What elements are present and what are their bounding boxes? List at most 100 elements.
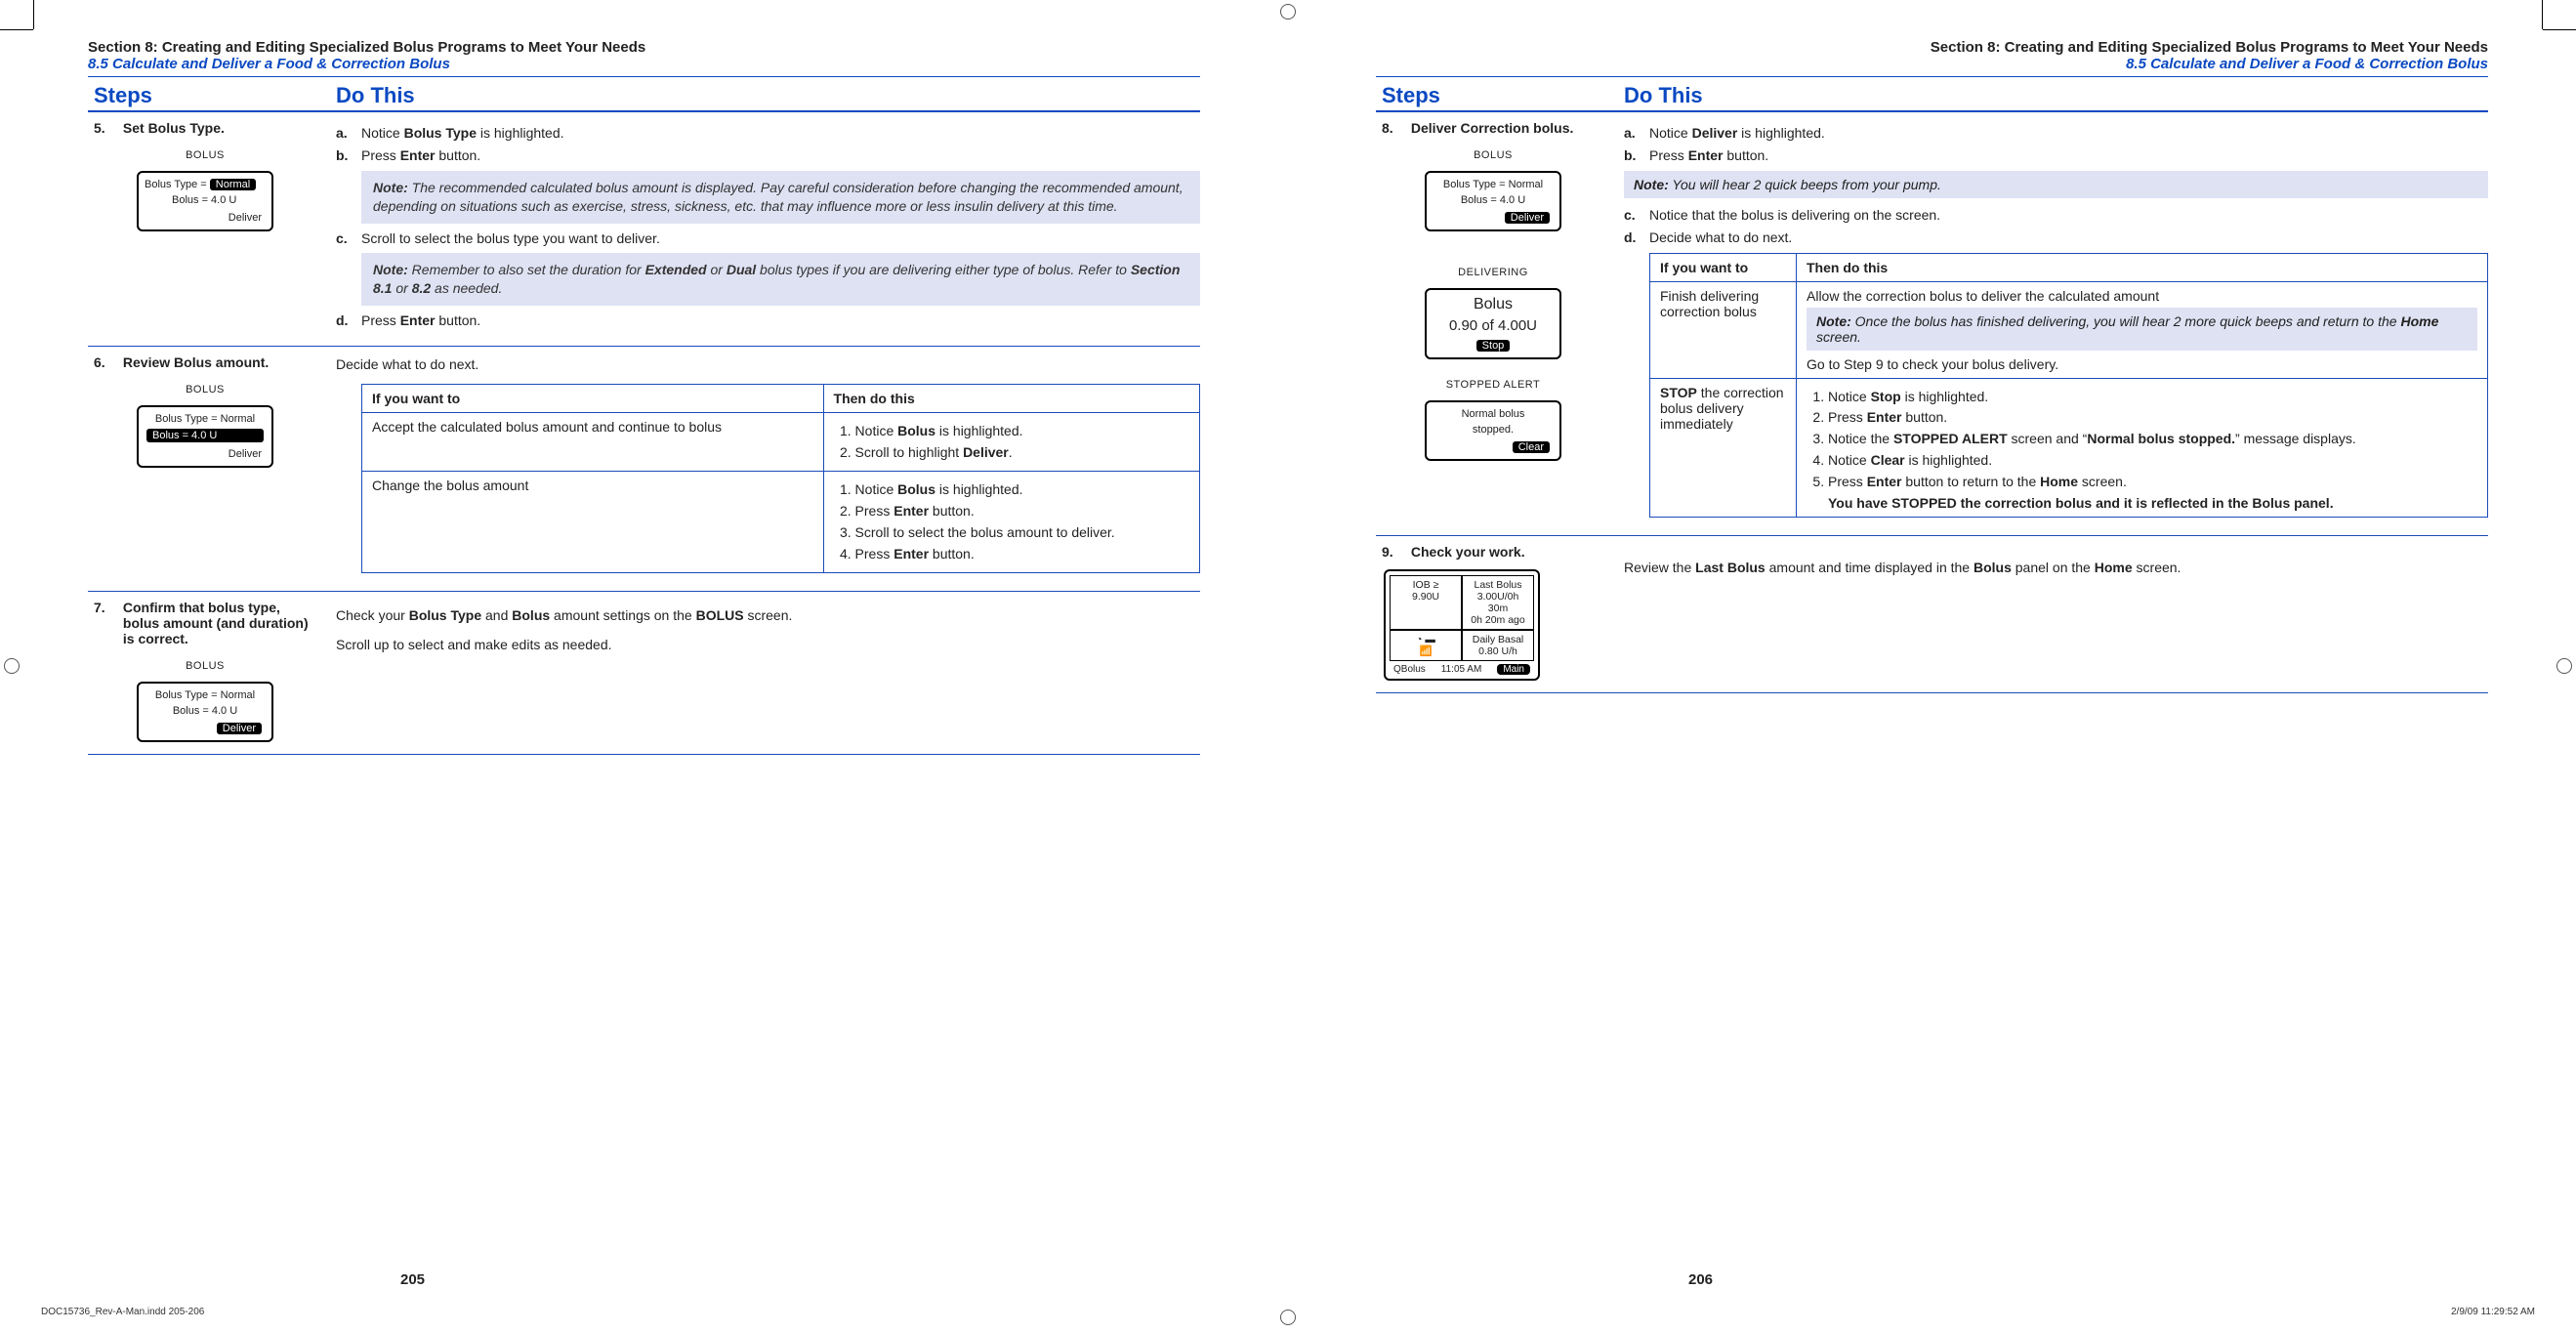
pump-screen-title: BOLUS: [94, 384, 316, 395]
pump-screen-title: BOLUS: [1382, 149, 1604, 161]
final-bold-text: You have STOPPED the correction bolus an…: [1807, 495, 2477, 511]
substep-letter: b.: [1624, 146, 1649, 165]
step-number: 7.: [94, 600, 119, 615]
note-box: Note: The recommended calculated bolus a…: [361, 171, 1200, 224]
intro-text: Decide what to do next.: [336, 354, 1200, 374]
highlight-pill: Deliver: [1505, 212, 1550, 224]
pump-screen-title: BOLUS: [94, 149, 316, 161]
substep-text: Notice that the bolus is delivering on t…: [1649, 206, 2488, 225]
paragraph: Review the Last Bolus amount and time di…: [1624, 558, 2488, 577]
list-item: Press Enter button.: [1828, 408, 2477, 427]
list-item: Notice Bolus is highlighted.: [855, 480, 1189, 499]
step-9-right: Review the Last Bolus amount and time di…: [1620, 544, 2488, 681]
step-8-row: 8. Deliver Correction bolus. BOLUS Bolus…: [1376, 112, 2488, 536]
footer-doc-id: DOC15736_Rev-A-Man.indd 205-206: [41, 1307, 204, 1317]
section-subtitle: 8.5 Calculate and Deliver a Food & Corre…: [1376, 56, 2488, 72]
table-header: If you want to: [362, 385, 824, 413]
pump-screen-bolus-amount: Bolus Type = Normal Bolus = 4.0 U Delive…: [137, 405, 273, 468]
footer-timestamp: 2/9/09 11:29:52 AM: [2451, 1307, 2535, 1317]
table-row: STOP the correction bolus delivery immed…: [1650, 378, 2488, 517]
step-number: 9.: [1382, 544, 1407, 560]
table-header: Then do this: [1797, 253, 2488, 281]
substep-a: a. Notice Bolus Type is highlighted.: [336, 124, 1200, 143]
list-item: Press Enter button.: [855, 502, 1189, 520]
screen-softkey: Deliver: [139, 719, 271, 734]
iob-cell: IOB ≥9.90U: [1390, 575, 1462, 630]
highlight-pill: Bolus = 4.0 U: [146, 429, 264, 442]
page-number: 206: [1688, 1271, 1713, 1288]
highlight-pill: Deliver: [217, 723, 262, 734]
page-205: Section 8: Creating and Editing Speciali…: [0, 0, 1288, 1331]
note-box: Note: Remember to also set the duration …: [361, 253, 1200, 306]
step-8-right: a. Notice Deliver is highlighted. b. Pre…: [1620, 120, 2488, 523]
list-item: Notice Stop is highlighted.: [1828, 388, 2477, 406]
ordered-list: Notice Stop is highlighted. Press Enter …: [1807, 388, 2477, 491]
table-cell: Notice Bolus is highlighted. Scroll to h…: [823, 413, 1199, 472]
column-headers: Steps Do This: [1376, 83, 2488, 112]
substep-letter: a.: [1624, 124, 1649, 143]
screen-line: Bolus = 4.0 U: [139, 703, 271, 719]
cell-text: Allow the correction bolus to deliver th…: [1807, 288, 2477, 304]
screen-softkey: Deliver: [139, 444, 271, 460]
list-item: Scroll to highlight Deliver.: [855, 443, 1189, 462]
pump-screen-title: DELIVERING: [1382, 267, 1604, 278]
step-5-right: a. Notice Bolus Type is highlighted. b. …: [332, 120, 1200, 334]
mini-grid: IOB ≥9.90U Last Bolus3.00U/0h 30m0h 20m …: [1390, 575, 1534, 661]
column-headers: Steps Do This: [88, 83, 1200, 112]
substep-letter: b.: [336, 146, 361, 165]
basal-cell: Daily Basal0.80 U/h: [1462, 630, 1534, 661]
list-item: Press Enter button to return to the Home…: [1828, 473, 2477, 491]
list-item: Scroll to select the bolus amount to del…: [855, 523, 1189, 542]
highlight-pill: Normal: [210, 179, 256, 190]
main-button-pill: Main: [1497, 664, 1530, 675]
screen-line: Bolus Type = Normal: [139, 177, 271, 192]
step-title: Review Bolus amount.: [123, 354, 316, 370]
note-label: Note:: [1634, 177, 1669, 192]
screen-softkey: Clear: [1427, 437, 1559, 453]
step-number: 5.: [94, 120, 119, 136]
list-item: Notice Bolus is highlighted.: [855, 422, 1189, 440]
table-row: Change the bolus amount Notice Bolus is …: [362, 472, 1200, 573]
pump-home-screen: IOB ≥9.90U Last Bolus3.00U/0h 30m0h 20m …: [1384, 569, 1540, 681]
screen-softkey: Deliver: [1427, 208, 1559, 224]
step-5-left: 5. Set Bolus Type. BOLUS Bolus Type = No…: [88, 120, 332, 334]
section-title: Section 8: Creating and Editing Speciali…: [88, 39, 1200, 56]
section-subtitle: 8.5 Calculate and Deliver a Food & Corre…: [88, 56, 1200, 72]
list-item: Notice the STOPPED ALERT screen and “Nor…: [1828, 430, 2477, 448]
table-cell: Allow the correction bolus to deliver th…: [1797, 281, 2488, 378]
page-206: Section 8: Creating and Editing Speciali…: [1288, 0, 2576, 1331]
step-6-left: 6. Review Bolus amount. BOLUS Bolus Type…: [88, 354, 332, 579]
table-cell: Notice Bolus is highlighted. Press Enter…: [823, 472, 1199, 573]
substep-text: Press Enter button.: [361, 146, 1200, 165]
page-number: 205: [400, 1271, 425, 1288]
step-6-row: 6. Review Bolus amount. BOLUS Bolus Type…: [88, 347, 1200, 592]
pump-screen-title: STOPPED ALERT: [1382, 379, 1604, 391]
note-label: Note:: [373, 180, 408, 195]
footer-time: 11:05 AM: [1441, 664, 1482, 675]
page-header-left: Section 8: Creating and Editing Speciali…: [88, 39, 1200, 72]
highlight-pill: Stop: [1476, 340, 1511, 352]
screen-line: Bolus: [1427, 294, 1559, 315]
header-rule: [1376, 76, 2488, 77]
screen-softkey: Deliver: [139, 208, 271, 224]
step-title: Confirm that bolus type, bolus amount (a…: [123, 600, 316, 646]
pump-screen-confirm: Bolus Type = Normal Bolus = 4.0 U Delive…: [137, 682, 273, 742]
note-label: Note:: [373, 262, 408, 277]
substep-text: Notice Deliver is highlighted.: [1649, 124, 2488, 143]
step-9-row: 9. Check your work. IOB ≥9.90U Last Bolu…: [1376, 536, 2488, 693]
decision-table: If you want toThen do this Finish delive…: [1649, 253, 2488, 518]
decision-table: If you want toThen do this Accept the ca…: [361, 384, 1200, 572]
header-rule: [88, 76, 1200, 77]
note-box: Note: You will hear 2 quick beeps from y…: [1624, 171, 2488, 198]
list-item: Notice Clear is highlighted.: [1828, 451, 2477, 470]
table-row: Accept the calculated bolus amount and c…: [362, 413, 1200, 472]
pump-screen-title: BOLUS: [94, 660, 316, 672]
ordered-list: Notice Bolus is highlighted. Scroll to h…: [834, 422, 1189, 462]
pump-screen-stopped-alert: Normal bolus stopped. Clear: [1425, 400, 1561, 461]
section-title: Section 8: Creating and Editing Speciali…: [1376, 39, 2488, 56]
step-8-left: 8. Deliver Correction bolus. BOLUS Bolus…: [1376, 120, 1620, 523]
note-text: The recommended calculated bolus amount …: [373, 180, 1184, 214]
substep-text: Scroll to select the bolus type you want…: [361, 229, 1200, 248]
screen-line: Normal bolus: [1427, 406, 1559, 422]
step-number: 6.: [94, 354, 119, 370]
